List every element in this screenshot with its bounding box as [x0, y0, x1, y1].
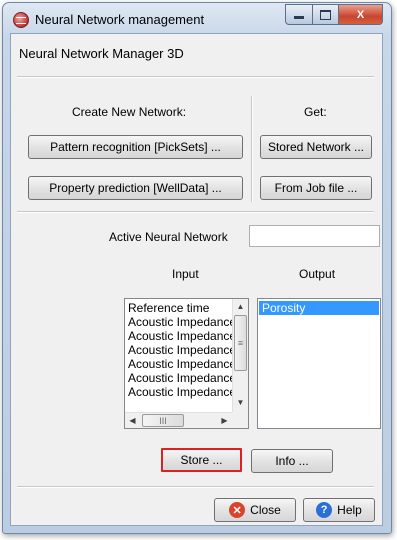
scroll-left-icon[interactable]: ◀: [125, 413, 140, 428]
maximize-button[interactable]: [313, 4, 339, 25]
minimize-button[interactable]: [285, 4, 313, 25]
help-button[interactable]: ? Help: [303, 498, 375, 522]
stored-network-button[interactable]: Stored Network ...: [260, 135, 372, 159]
window-controls: X: [285, 4, 383, 25]
input-list[interactable]: Reference time Acoustic Impedance Acoust…: [124, 298, 249, 429]
window-title: Neural Network management: [35, 12, 205, 27]
info-button[interactable]: Info ...: [251, 449, 333, 473]
create-divider: [17, 211, 374, 213]
close-button[interactable]: ✕ Close: [214, 498, 296, 522]
close-icon: ✕: [229, 502, 246, 518]
from-job-file-button[interactable]: From Job file ...: [260, 176, 372, 200]
input-list-item[interactable]: Acoustic Impedance: [125, 385, 236, 399]
window-close-icon: X: [356, 8, 365, 21]
dialog-header-title: Neural Network Manager 3D: [19, 46, 184, 61]
input-horizontal-scrollbar[interactable]: ◀ III ▶: [125, 412, 233, 428]
title-bar[interactable]: Neural Network management X: [3, 3, 391, 33]
input-list-item[interactable]: Acoustic Impedance: [125, 357, 236, 371]
vertical-scroll-thumb[interactable]: ≡: [234, 315, 247, 371]
output-list-items: Porosity: [259, 301, 379, 315]
close-button-label: Close: [250, 503, 281, 517]
input-list-item[interactable]: Reference time: [125, 301, 234, 315]
scroll-right-icon[interactable]: ▶: [217, 413, 232, 428]
maximize-icon: [320, 9, 331, 20]
section-divider: [251, 96, 253, 202]
app-icon: [13, 12, 29, 28]
output-label: Output: [299, 267, 336, 281]
scroll-up-icon[interactable]: ▲: [233, 299, 248, 314]
scroll-down-icon[interactable]: ▼: [233, 395, 248, 410]
dialog-body: Neural Network Manager 3D Create New Net…: [10, 33, 383, 526]
neural-network-window: Neural Network management X Neural Netwo…: [2, 2, 392, 534]
pattern-recognition-button[interactable]: Pattern recognition [PickSets] ...: [28, 135, 243, 159]
input-list-item[interactable]: Acoustic Impedance: [125, 329, 236, 343]
input-vertical-scrollbar[interactable]: ▲ ≡ ▼: [232, 299, 248, 413]
header-divider: [17, 76, 374, 78]
help-icon: ?: [316, 502, 333, 518]
output-list-item-selected[interactable]: Porosity: [259, 301, 379, 315]
input-list-item[interactable]: Acoustic Impedance: [125, 371, 236, 385]
input-list-item[interactable]: Acoustic Impedance: [125, 343, 236, 357]
property-prediction-button[interactable]: Property prediction [WellData] ...: [28, 176, 243, 200]
get-label: Get:: [304, 105, 327, 119]
active-network-field[interactable]: [249, 225, 380, 247]
output-list[interactable]: Porosity: [257, 298, 381, 429]
create-network-label: Create New Network:: [72, 105, 187, 119]
window-close-button[interactable]: X: [339, 4, 383, 25]
help-button-label: Help: [337, 503, 362, 517]
scroll-corner: [232, 412, 248, 428]
input-list-items: Reference time Acoustic Impedance Acoust…: [125, 301, 236, 399]
store-button[interactable]: Store ...: [161, 448, 242, 472]
input-label: Input: [172, 267, 199, 281]
input-list-item[interactable]: Acoustic Impedance: [125, 315, 236, 329]
horizontal-scroll-thumb[interactable]: III: [142, 414, 184, 427]
active-network-label: Active Neural Network: [109, 230, 228, 244]
minimize-icon: [294, 16, 304, 19]
footer-divider: [17, 486, 374, 488]
